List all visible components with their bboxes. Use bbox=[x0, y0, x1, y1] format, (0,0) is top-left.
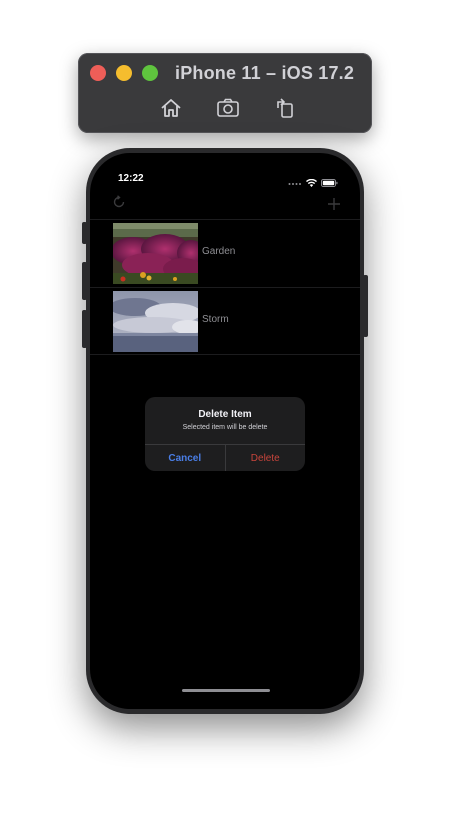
simulator-stage: iPhone 11 – iOS 17.2 12:22 Garden Storm … bbox=[0, 0, 450, 818]
home-icon[interactable] bbox=[158, 95, 184, 121]
window-controls bbox=[90, 65, 158, 81]
cellular-icon bbox=[288, 174, 302, 192]
list-item-label: Garden bbox=[202, 246, 236, 257]
list-item-label: Storm bbox=[202, 314, 229, 325]
delete-button[interactable]: Delete bbox=[226, 445, 306, 471]
alert-message: Selected item will be delete bbox=[182, 424, 268, 431]
zoom-window-button[interactable] bbox=[142, 65, 158, 81]
alert-title: Delete Item bbox=[198, 409, 252, 420]
garden-thumbnail bbox=[113, 223, 198, 284]
rotate-icon[interactable] bbox=[272, 95, 298, 121]
close-window-button[interactable] bbox=[90, 65, 106, 81]
list-item[interactable]: Storm bbox=[90, 287, 360, 355]
status-time: 12:22 bbox=[118, 173, 144, 184]
cancel-button[interactable]: Cancel bbox=[145, 445, 226, 471]
plus-icon[interactable] bbox=[328, 197, 340, 215]
volume-up-button[interactable] bbox=[82, 262, 87, 300]
simulator-toolbar: iPhone 11 – iOS 17.2 bbox=[78, 53, 372, 133]
delete-alert-dialog: Delete Item Selected item will be delete… bbox=[145, 397, 305, 471]
storm-thumbnail bbox=[113, 291, 198, 352]
home-indicator[interactable] bbox=[182, 689, 270, 692]
refresh-icon[interactable] bbox=[112, 195, 126, 214]
screenshot-icon[interactable] bbox=[215, 95, 241, 121]
items-list: Garden Storm bbox=[90, 219, 360, 355]
wifi-icon bbox=[306, 174, 317, 192]
list-item[interactable]: Garden bbox=[90, 219, 360, 287]
volume-down-button[interactable] bbox=[82, 310, 87, 348]
simulator-title: iPhone 11 – iOS 17.2 bbox=[175, 63, 355, 83]
power-button[interactable] bbox=[363, 275, 368, 337]
status-indicators bbox=[288, 174, 338, 192]
battery-icon bbox=[321, 174, 338, 192]
alert-actions: Cancel Delete bbox=[145, 444, 305, 471]
mute-switch bbox=[82, 222, 87, 244]
simulator-tools bbox=[158, 95, 298, 121]
minimize-window-button[interactable] bbox=[116, 65, 132, 81]
